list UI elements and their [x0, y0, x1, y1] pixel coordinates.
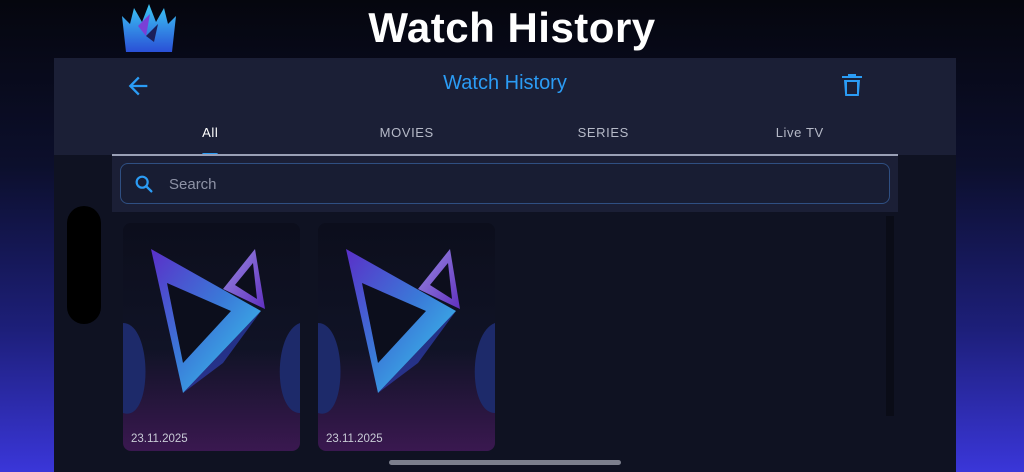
item-date: 23.11.2025 — [131, 433, 188, 445]
tab-bar: All MOVIES SERIES Live TV — [112, 116, 898, 156]
tab-label: All — [202, 125, 219, 140]
tab-live-tv[interactable]: Live TV — [702, 116, 899, 156]
tab-label: SERIES — [577, 125, 629, 140]
search-bar — [112, 156, 898, 212]
search-box[interactable] — [120, 163, 890, 204]
banner-title: Watch History — [368, 4, 656, 51]
tab-label: Live TV — [775, 125, 824, 140]
page-title: Watch History — [443, 72, 567, 94]
poster-logo-image — [123, 223, 300, 451]
poster-logo-image — [318, 223, 495, 451]
history-item[interactable]: 23.11.2025 — [318, 223, 495, 451]
side-handle — [67, 206, 101, 324]
search-icon — [135, 175, 153, 193]
trash-icon[interactable] — [840, 72, 864, 98]
search-input[interactable] — [169, 170, 869, 198]
history-item[interactable]: 23.11.2025 — [123, 223, 300, 451]
item-date: 23.11.2025 — [326, 433, 383, 445]
tab-movies[interactable]: MOVIES — [309, 116, 506, 156]
app-window: Watch History All MOVIES SERIES Live TV — [54, 58, 956, 472]
top-banner: Watch History — [0, 0, 1024, 58]
tab-label: MOVIES — [379, 125, 434, 140]
tab-series[interactable]: SERIES — [505, 116, 702, 156]
scrollbar[interactable] — [886, 216, 894, 416]
tab-all[interactable]: All — [112, 116, 309, 156]
home-indicator[interactable] — [389, 460, 621, 465]
